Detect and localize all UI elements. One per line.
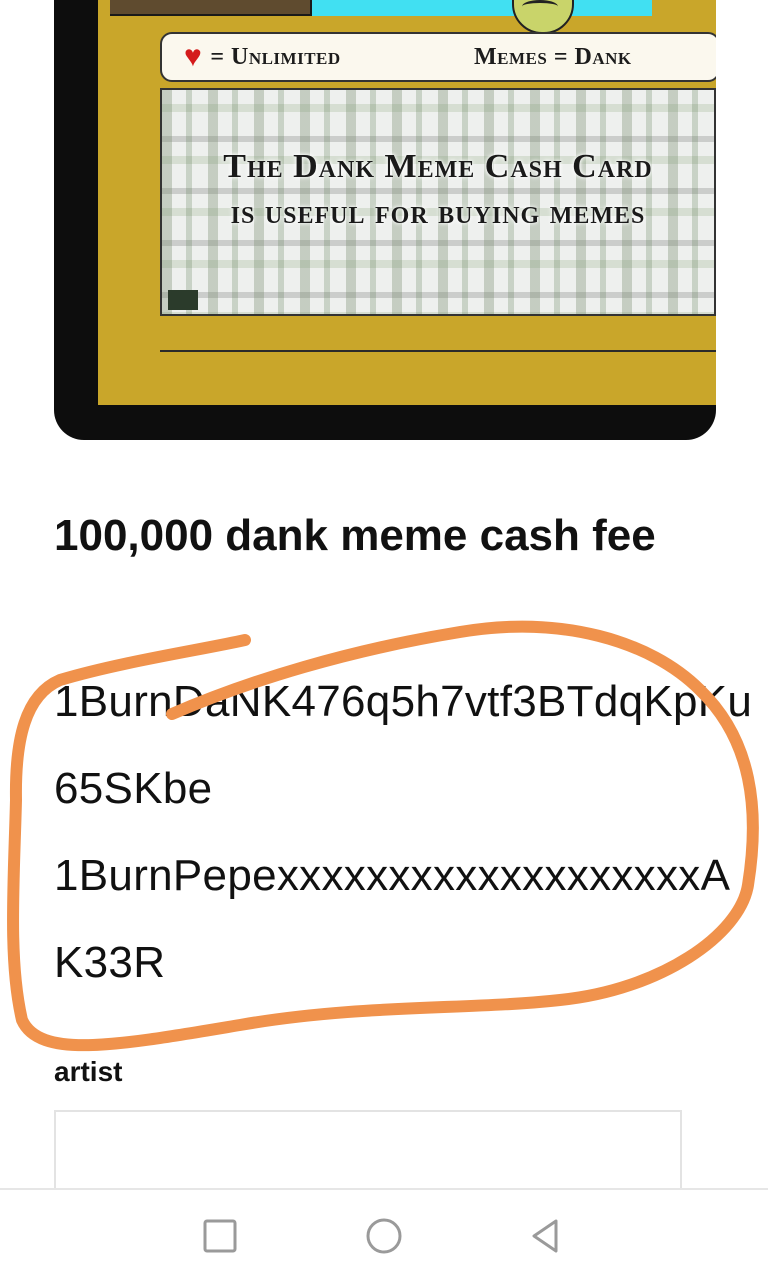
circle-icon [366,1218,402,1254]
android-nav-bar [0,1188,768,1282]
pepe-eyes [522,0,558,13]
card-panel-thumbnail [168,290,198,310]
card-stat-bar: ♥ = Unlimited Memes = Dank [160,32,716,82]
card-bottom-rule [160,350,716,352]
dank-meme-card-image: ♥ = Unlimited Memes = Dank The Dank Meme… [54,0,716,440]
triangle-back-icon [532,1219,558,1253]
stat-right-text: Memes = Dank [474,43,632,70]
artist-label: artist [54,1056,123,1087]
recents-button[interactable] [200,1216,240,1256]
item-title: 100,000 dank meme cash fee [54,511,656,560]
card-text-panel: The Dank Meme Cash Card is useful for bu… [160,88,716,316]
home-button[interactable] [364,1216,404,1256]
burn-address-1: 1BurnDaNK476q5h7vtf3BTdqKpKu65SKbe [54,677,753,813]
heart-icon: ♥ [184,40,203,73]
stat-left-text: = Unlimited [210,43,341,70]
card-panel-text: The Dank Meme Cash Card is useful for bu… [223,148,653,231]
square-icon [203,1219,237,1253]
burn-address-2: 1BurnPepexxxxxxxxxxxxxxxxxxxAK33R [54,851,731,987]
back-button[interactable] [526,1216,566,1256]
artist-input[interactable] [54,1110,682,1200]
card-art-sky [310,0,652,16]
